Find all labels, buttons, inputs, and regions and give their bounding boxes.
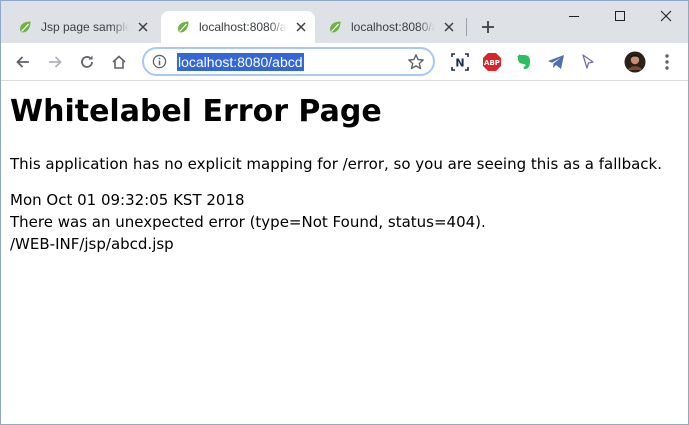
close-icon [660, 10, 672, 22]
spring-leaf-icon [20, 21, 31, 33]
error-timestamp: Mon Oct 01 09:32:05 KST 2018 [10, 191, 245, 209]
svg-text:N: N [455, 57, 464, 70]
tab-strip: Jsp page sample localhost:8080/abcd loca… [1, 1, 688, 43]
adblock-plus-button[interactable]: ABP [482, 52, 502, 72]
notion-icon: N [451, 53, 469, 71]
error-path: /WEB-INF/jsp/abcd.jsp [10, 235, 174, 253]
menu-button[interactable] [657, 52, 677, 72]
telegram-extension-button[interactable] [546, 52, 566, 72]
page-content: Whitelabel Error Page This application h… [1, 81, 688, 424]
close-tab-icon[interactable] [135, 19, 151, 35]
home-button[interactable] [105, 48, 133, 76]
notion-extension-button[interactable]: N [450, 52, 470, 72]
close-tab-icon[interactable] [441, 19, 457, 35]
arrow-right-icon [49, 56, 62, 68]
tab-separator [466, 18, 467, 36]
tab-jsp-page-sample[interactable]: Jsp page sample [3, 11, 159, 43]
close-window-button[interactable] [643, 1, 688, 31]
new-tab-button[interactable] [475, 15, 501, 39]
close-tab-icon[interactable] [293, 19, 309, 35]
arrow-left-icon [16, 56, 29, 68]
address-bar[interactable]: localhost:8080/abcd [142, 47, 435, 76]
cursor-arrow-icon [582, 54, 594, 69]
tab-title: localhost:8080/abcd [199, 20, 287, 34]
avatar [624, 51, 646, 73]
info-icon[interactable] [152, 54, 167, 69]
spring-leaf-icon [178, 21, 189, 33]
maximize-button[interactable] [597, 1, 643, 31]
evernote-button[interactable] [514, 52, 534, 72]
back-button[interactable] [9, 48, 37, 76]
home-icon [112, 55, 126, 69]
svg-text:ABP: ABP [484, 59, 500, 67]
tab-title: Jsp page sample [41, 20, 129, 34]
url-text[interactable]: localhost:8080/abcd [177, 53, 304, 71]
tab-localhost-active[interactable]: localhost:8080/abcd [161, 11, 315, 43]
reload-button[interactable] [73, 48, 101, 76]
maximize-icon [615, 11, 625, 21]
spring-leaf-icon [330, 21, 341, 33]
bookmark-star-icon[interactable] [407, 53, 425, 71]
browser-window: Jsp page sample localhost:8080/abcd loca… [0, 0, 689, 425]
more-vertical-icon [665, 54, 669, 70]
page-title: Whitelabel Error Page [10, 94, 382, 129]
plus-icon [482, 21, 494, 33]
cursor-extension-button[interactable] [578, 52, 598, 72]
reload-icon [81, 55, 93, 68]
minimize-icon [569, 16, 579, 17]
evernote-elephant-icon [517, 54, 530, 69]
forward-button[interactable] [41, 48, 69, 76]
paper-plane-icon [548, 55, 564, 69]
error-detail: There was an unexpected error (type=Not … [10, 213, 486, 231]
error-message: This application has no explicit mapping… [10, 155, 662, 173]
tab-localhost-2[interactable]: localhost:8080/abcd [313, 11, 465, 43]
profile-avatar-button[interactable] [624, 51, 646, 73]
minimize-button[interactable] [551, 1, 597, 31]
tab-title: localhost:8080/abcd [351, 20, 435, 34]
browser-toolbar: localhost:8080/abcd N ABP [1, 43, 688, 81]
adblock-icon: ABP [483, 53, 501, 71]
